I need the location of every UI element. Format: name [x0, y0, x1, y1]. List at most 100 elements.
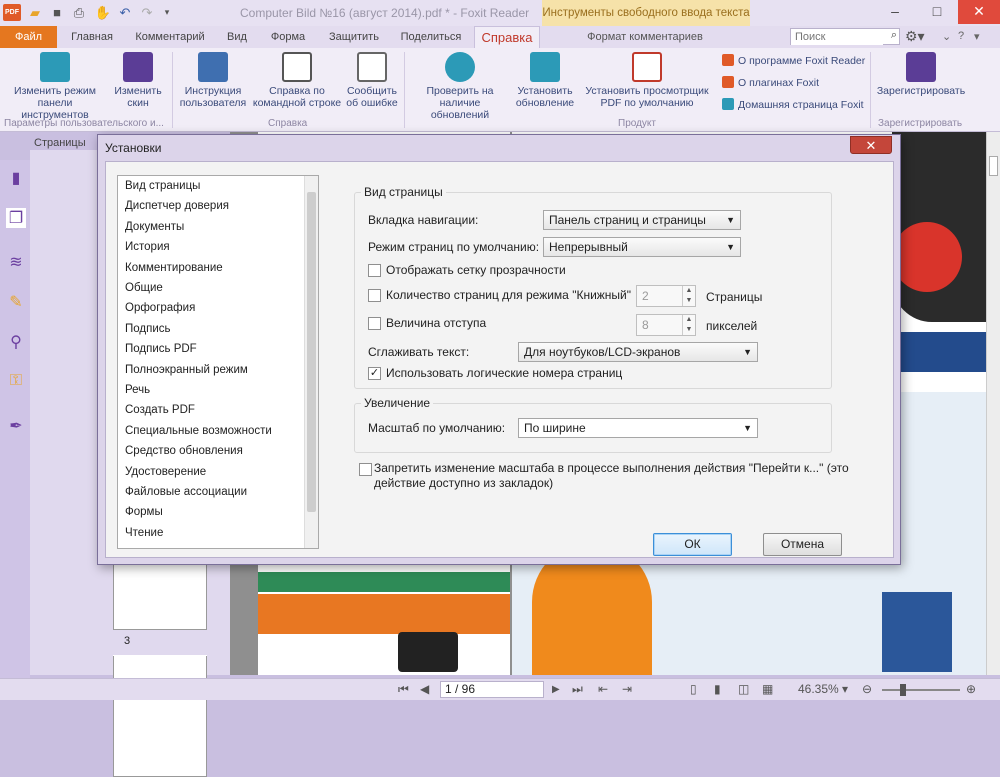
user-guide-button[interactable]: Инструкция пользователя — [178, 52, 248, 109]
facing-icon[interactable]: ◫ — [738, 682, 749, 696]
foxit-homepage-link[interactable]: Домашняя страница Foxit — [722, 98, 864, 111]
help-icon[interactable]: ? — [958, 30, 964, 42]
first-page-icon[interactable]: ⏮ — [398, 682, 409, 697]
indent-stepper[interactable]: 8 ▲ ▼ — [636, 314, 696, 336]
set-default-viewer-button[interactable]: Установить просмотрщик PDF по умолчанию — [578, 52, 716, 109]
open-folder-icon[interactable]: ▰ — [26, 4, 44, 21]
page-thumbnail[interactable] — [113, 655, 207, 777]
category-item[interactable]: Средство обновления — [125, 445, 243, 457]
indent-checkbox[interactable] — [368, 317, 381, 330]
register-button[interactable]: Зарегистрировать — [876, 52, 966, 97]
save-icon[interactable]: ■ — [48, 4, 66, 21]
dialog-close-button[interactable]: ✕ — [850, 136, 892, 154]
tab-form[interactable]: Форма — [262, 26, 314, 48]
search-icon[interactable]: ⌕ — [891, 29, 897, 42]
ribbon-menu-icon[interactable]: ▾ — [974, 30, 980, 43]
page-number-field[interactable]: 1 / 96 — [440, 681, 544, 698]
layers-icon[interactable]: ≋ — [6, 252, 26, 272]
category-item[interactable]: Подпись PDF — [125, 343, 197, 355]
category-item[interactable]: Подпись — [125, 323, 171, 335]
book-pages-stepper[interactable]: 2 ▲ ▼ — [636, 285, 696, 307]
zoom-slider[interactable] — [882, 684, 960, 696]
default-zoom-select[interactable]: По ширине ▼ — [518, 418, 758, 438]
change-toolbar-mode-button[interactable]: Изменить режим панели инструментов — [6, 52, 104, 121]
category-item[interactable]: Полноэкранный режим — [125, 364, 248, 376]
next-view-icon[interactable]: ⇥ — [622, 682, 632, 696]
previous-view-icon[interactable]: ⇤ — [598, 682, 608, 696]
maximize-button[interactable]: □ — [916, 0, 958, 24]
cancel-button[interactable]: Отмена — [763, 533, 842, 556]
command-line-help-button[interactable]: Справка по командной строке — [252, 52, 342, 109]
stepper-arrows-icon[interactable]: ▲ ▼ — [682, 286, 695, 306]
bookmarks-icon[interactable]: ▮ — [6, 168, 26, 188]
category-item[interactable]: Вид страницы — [125, 180, 200, 192]
previous-page-icon[interactable]: ◀ — [420, 682, 429, 696]
last-page-icon[interactable]: ⏭ — [572, 682, 583, 697]
install-update-button[interactable]: Установить обновление — [514, 52, 576, 109]
next-page-icon[interactable]: ▶ — [552, 684, 560, 695]
quick-access-menu-icon[interactable]: ▾ — [158, 4, 176, 21]
ok-button[interactable]: ОК — [653, 533, 732, 556]
category-item[interactable]: Орфография — [125, 302, 195, 314]
tab-file[interactable]: Файл — [0, 26, 57, 48]
zoom-out-icon[interactable]: ⊖ — [862, 682, 872, 696]
zoom-in-icon[interactable]: ⊕ — [966, 682, 976, 696]
tab-comment-format[interactable]: Формат комментариев — [560, 26, 730, 48]
tab-share[interactable]: Поделиться — [394, 26, 468, 48]
gear-icon[interactable]: ⚙▾ — [905, 28, 925, 45]
close-window-button[interactable]: ✕ — [958, 0, 1000, 24]
category-item[interactable]: Речь — [125, 384, 150, 396]
logical-numbers-checkbox[interactable]: ✓ — [368, 367, 381, 380]
category-item[interactable]: Документы — [125, 221, 184, 233]
report-bug-button[interactable]: Сообщить об ошибке — [346, 52, 398, 109]
pages-icon[interactable]: ❐ — [6, 208, 26, 228]
comments-icon[interactable]: ✎ — [6, 292, 26, 312]
continuous-facing-icon[interactable]: ▦ — [762, 682, 773, 696]
ribbon-expand-icon[interactable]: ⌄ — [942, 30, 951, 43]
category-item[interactable]: Общие — [125, 282, 163, 294]
search-input[interactable] — [791, 29, 883, 45]
hand-tool-icon[interactable]: ✋ — [94, 4, 112, 21]
search-box[interactable]: ⌕ — [790, 28, 900, 45]
book-pages-checkbox[interactable] — [368, 289, 381, 302]
tab-view[interactable]: Вид — [220, 26, 254, 48]
context-tab-free-text[interactable]: Инструменты свободного ввода текста — [542, 0, 750, 26]
single-page-icon[interactable]: ▯ — [690, 682, 697, 696]
category-item[interactable]: Удостоверение — [125, 466, 206, 478]
category-list[interactable]: Вид страницы Диспетчер доверия Документы… — [117, 175, 319, 549]
signatures-icon[interactable]: ✒ — [6, 416, 26, 436]
category-item[interactable]: Создать PDF — [125, 404, 195, 416]
nav-tab-select[interactable]: Панель страниц и страницы ▼ — [543, 210, 741, 230]
smooth-text-select[interactable]: Для ноутбуков/LCD-экранов ▼ — [518, 342, 758, 362]
print-icon[interactable]: ⎙ — [70, 4, 88, 21]
minimize-button[interactable]: – — [874, 0, 916, 24]
category-scrollbar[interactable] — [304, 176, 318, 548]
forbid-zoom-checkbox[interactable] — [359, 463, 372, 476]
tab-help[interactable]: Справка — [474, 26, 540, 48]
category-item[interactable]: Файловые ассоциации — [125, 486, 247, 498]
tab-comment[interactable]: Комментарий — [128, 26, 212, 48]
zoom-menu-icon[interactable]: ▾ — [842, 682, 848, 696]
stepper-arrows-icon[interactable]: ▲ ▼ — [682, 315, 695, 335]
continuous-icon[interactable]: ▮ — [714, 682, 721, 696]
category-item[interactable]: История — [125, 241, 170, 253]
category-item[interactable]: Чтение — [125, 527, 163, 539]
security-icon[interactable]: ⚿ — [6, 372, 26, 392]
redo-icon[interactable]: ↷ — [138, 4, 156, 21]
check-updates-button[interactable]: Проверить на наличие обновлений — [410, 52, 510, 121]
tab-home[interactable]: Главная — [64, 26, 120, 48]
category-scrollbar-thumb[interactable] — [307, 192, 316, 512]
about-plugins-link[interactable]: О плагинах Foxit — [722, 76, 819, 89]
category-item[interactable]: Формы — [125, 506, 163, 518]
page-mode-select[interactable]: Непрерывный ▼ — [543, 237, 741, 257]
undo-icon[interactable]: ↶ — [116, 4, 134, 21]
about-foxit-link[interactable]: О программе Foxit Reader — [722, 54, 865, 67]
document-scrollbar[interactable] — [986, 132, 1000, 675]
change-skin-button[interactable]: Изменить скин — [110, 52, 166, 109]
category-item[interactable]: Специальные возможности — [125, 425, 272, 437]
zoom-slider-thumb[interactable] — [900, 684, 906, 696]
tab-protect[interactable]: Защитить — [322, 26, 386, 48]
category-item[interactable]: Диспетчер доверия — [125, 200, 229, 212]
transparency-grid-checkbox[interactable] — [368, 264, 381, 277]
category-item[interactable]: Комментирование — [125, 262, 223, 274]
